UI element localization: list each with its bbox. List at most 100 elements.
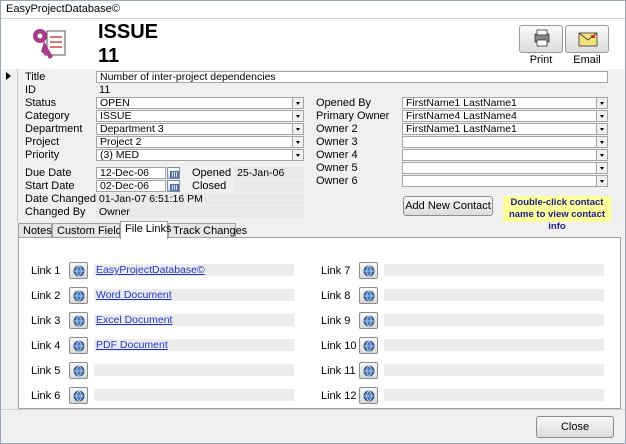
browse-link-button[interactable] <box>69 287 88 304</box>
start-date-label: Start Date <box>25 180 75 192</box>
email-button[interactable] <box>565 25 609 53</box>
chevron-down-icon[interactable] <box>292 137 303 147</box>
primary-owner-select[interactable]: FirstName4 LastName4 <box>402 110 608 122</box>
link-label: Link 12 <box>321 390 357 402</box>
chevron-down-icon[interactable] <box>292 124 303 134</box>
link-path-field[interactable]: Word Document <box>94 289 294 301</box>
globe-icon <box>73 340 85 352</box>
tab-custom-fields[interactable]: Custom Fields <box>52 223 127 238</box>
chevron-down-icon[interactable] <box>596 111 607 121</box>
opened-by-select[interactable]: FirstName1 LastName1 <box>402 97 608 109</box>
chevron-down-icon[interactable] <box>596 137 607 147</box>
globe-icon <box>73 390 85 402</box>
start-date-field[interactable]: 02-Dec-06 <box>96 180 166 192</box>
title-label: Title <box>25 71 46 83</box>
chevron-down-icon[interactable] <box>596 163 607 173</box>
link-path-field[interactable] <box>384 289 604 301</box>
link-label: Link 6 <box>31 390 61 402</box>
footer-bar: Close <box>1 409 625 443</box>
due-date-field[interactable]: 12-Dec-06 <box>96 167 166 179</box>
chevron-down-icon[interactable] <box>596 124 607 134</box>
printer-icon <box>534 29 550 47</box>
category-select[interactable]: ISSUE <box>96 110 304 122</box>
record-id-heading: 11 <box>98 45 120 67</box>
department-label: Department <box>25 123 83 135</box>
link-path-field[interactable] <box>384 264 604 276</box>
department-value: Department 3 <box>100 123 164 135</box>
close-button[interactable]: Close <box>536 416 614 438</box>
tab-track-changes[interactable]: Track Changes <box>168 223 247 238</box>
category-label: Category <box>25 110 70 122</box>
project-label: Project <box>25 136 60 148</box>
issue-record-icon <box>31 25 75 65</box>
add-new-contact-button[interactable]: Add New Contact <box>403 196 493 216</box>
browse-link-button[interactable] <box>69 337 88 354</box>
browse-link-button[interactable] <box>69 387 88 404</box>
print-label: Print <box>529 54 553 66</box>
status-select[interactable]: OPEN <box>96 97 304 109</box>
owner4-select[interactable] <box>402 149 608 161</box>
globe-icon <box>363 340 375 352</box>
department-select[interactable]: Department 3 <box>96 123 304 135</box>
link-path-field[interactable]: EasyProjectDatabase© <box>94 264 294 276</box>
chevron-down-icon[interactable] <box>292 98 303 108</box>
owner2-value: FirstName1 LastName1 <box>406 123 517 135</box>
calendar-icon[interactable] <box>167 180 180 192</box>
opened-label: Opened <box>192 167 232 179</box>
browse-link-button[interactable] <box>359 287 378 304</box>
record-type-heading: ISSUE <box>98 21 159 43</box>
owner2-select[interactable]: FirstName1 LastName1 <box>402 123 608 135</box>
opened-by-label: Opened By <box>316 97 372 109</box>
title-field[interactable]: Number of inter-project dependencies <box>96 71 608 83</box>
record-form: Title Number of inter-project dependenci… <box>1 69 625 409</box>
status-value: OPEN <box>100 97 130 109</box>
link-path-field[interactable]: PDF Document <box>94 339 294 351</box>
link-label: Link 3 <box>31 315 61 327</box>
browse-link-button[interactable] <box>69 362 88 379</box>
link-path-field[interactable] <box>384 314 604 326</box>
link-label: Link 4 <box>31 340 61 352</box>
chevron-down-icon[interactable] <box>292 111 303 121</box>
link-path-field[interactable] <box>384 389 604 401</box>
browse-link-button[interactable] <box>359 362 378 379</box>
link-path-field[interactable] <box>384 339 604 351</box>
browse-link-button[interactable] <box>359 312 378 329</box>
print-button[interactable] <box>519 25 563 53</box>
globe-icon <box>363 265 375 277</box>
link-path-field[interactable]: Excel Document <box>94 314 294 326</box>
tab-notes[interactable]: Notes <box>18 223 52 238</box>
chevron-down-icon[interactable] <box>292 150 303 160</box>
globe-icon <box>73 265 85 277</box>
envelope-icon <box>578 32 598 47</box>
owner5-select[interactable] <box>402 162 608 174</box>
link-label: Link 2 <box>31 290 61 302</box>
opened-by-value: FirstName1 LastName1 <box>406 97 517 109</box>
browse-link-button[interactable] <box>359 337 378 354</box>
chevron-down-icon[interactable] <box>596 176 607 186</box>
browse-link-button[interactable] <box>359 262 378 279</box>
browse-link-button[interactable] <box>69 262 88 279</box>
link-path-field[interactable] <box>94 364 294 376</box>
opened-value: 25-Jan-06 <box>234 167 304 179</box>
chevron-down-icon[interactable] <box>596 150 607 160</box>
project-select[interactable]: Project 2 <box>96 136 304 148</box>
globe-icon <box>363 365 375 377</box>
link-path-field[interactable] <box>384 364 604 376</box>
owner3-select[interactable] <box>402 136 608 148</box>
owner2-label: Owner 2 <box>316 123 358 135</box>
link-label: Link 7 <box>321 265 351 277</box>
tab-file-links[interactable]: File Links <box>120 221 171 239</box>
priority-select[interactable]: (3) MED <box>96 149 304 161</box>
link-path-field[interactable] <box>94 389 294 401</box>
owner6-select[interactable] <box>402 175 608 187</box>
globe-icon <box>73 315 85 327</box>
record-selector[interactable] <box>1 69 18 223</box>
calendar-icon[interactable] <box>167 167 180 179</box>
browse-link-button[interactable] <box>69 312 88 329</box>
globe-icon <box>363 390 375 402</box>
chevron-down-icon[interactable] <box>596 98 607 108</box>
project-value: Project 2 <box>100 136 142 148</box>
id-label: ID <box>25 84 36 96</box>
link-label: Link 8 <box>321 290 351 302</box>
browse-link-button[interactable] <box>359 387 378 404</box>
